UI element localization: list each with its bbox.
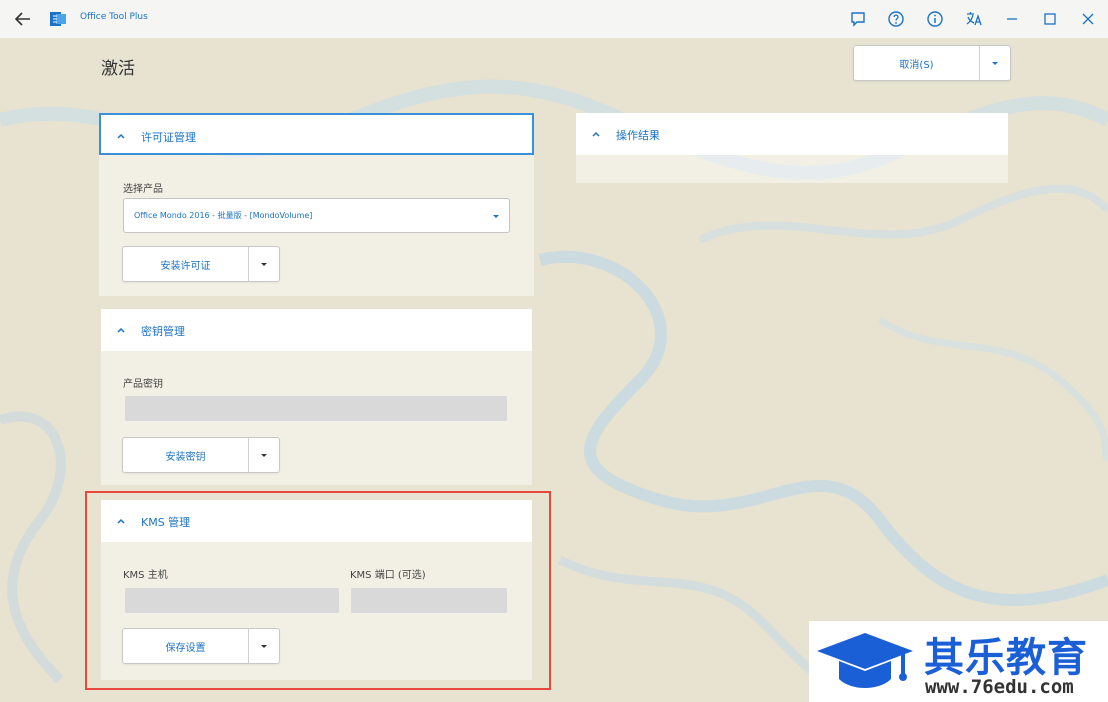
- language-icon[interactable]: [965, 10, 983, 28]
- product-select-value: Office Mondo 2016 - 批量版 - [MondoVolume]: [134, 211, 313, 220]
- install-license-dropdown-button[interactable]: [249, 247, 279, 281]
- chevron-up-icon: [592, 131, 600, 137]
- info-icon[interactable]: [926, 10, 944, 28]
- highlight-box: [85, 491, 551, 690]
- product-key-input[interactable]: [125, 396, 507, 421]
- page-title: 激活: [101, 59, 135, 79]
- product-select[interactable]: Office Mondo 2016 - 批量版 - [MondoVolume]: [123, 198, 510, 233]
- app-logo-icon: [50, 12, 66, 26]
- chevron-up-icon: [117, 327, 125, 333]
- watermark: 其乐教育 www.76edu.com: [809, 621, 1108, 702]
- chevron-down-icon: [493, 215, 499, 218]
- license-management-card: 许可证管理 选择产品 Office Mondo 2016 - 批量版 - [Mo…: [99, 113, 534, 296]
- cancel-dropdown-button[interactable]: [980, 46, 1010, 80]
- license-section-title: 许可证管理: [141, 131, 196, 144]
- feedback-icon[interactable]: [849, 10, 867, 28]
- chevron-down-icon: [992, 62, 998, 65]
- install-key-split-button: 安装密钥: [122, 437, 280, 473]
- operation-result-card: 操作结果: [576, 113, 1008, 183]
- maximize-icon[interactable]: [1041, 10, 1059, 28]
- key-management-card: 密钥管理 产品密钥 安装密钥: [101, 309, 532, 485]
- result-section-title: 操作结果: [616, 129, 660, 142]
- title-bar: Office Tool Plus: [0, 0, 1108, 38]
- key-section-header[interactable]: 密钥管理: [101, 309, 532, 351]
- install-license-button[interactable]: 安装许可证: [123, 247, 249, 281]
- minimize-icon[interactable]: [1003, 10, 1021, 28]
- chevron-down-icon: [261, 263, 267, 266]
- graduation-cap-icon: [817, 633, 913, 688]
- key-section-title: 密钥管理: [141, 325, 185, 338]
- chevron-up-icon: [117, 133, 125, 139]
- cancel-split-button: 取消(S): [853, 45, 1011, 81]
- install-key-dropdown-button[interactable]: [249, 438, 279, 472]
- window-title: Office Tool Plus: [80, 12, 148, 22]
- install-key-button[interactable]: 安装密钥: [123, 438, 249, 472]
- license-section-header[interactable]: 许可证管理: [99, 113, 534, 155]
- cancel-button[interactable]: 取消(S): [854, 46, 980, 80]
- install-license-split-button: 安装许可证: [122, 246, 280, 282]
- product-key-label: 产品密钥: [123, 379, 163, 390]
- chevron-down-icon: [261, 454, 267, 457]
- back-arrow-icon[interactable]: [12, 8, 34, 30]
- product-label: 选择产品: [123, 184, 163, 195]
- close-icon[interactable]: [1079, 10, 1097, 28]
- help-icon[interactable]: [887, 10, 905, 28]
- result-section-header[interactable]: 操作结果: [576, 113, 1008, 155]
- watermark-title: 其乐教育: [924, 635, 1088, 681]
- watermark-url: www.76edu.com: [925, 676, 1074, 698]
